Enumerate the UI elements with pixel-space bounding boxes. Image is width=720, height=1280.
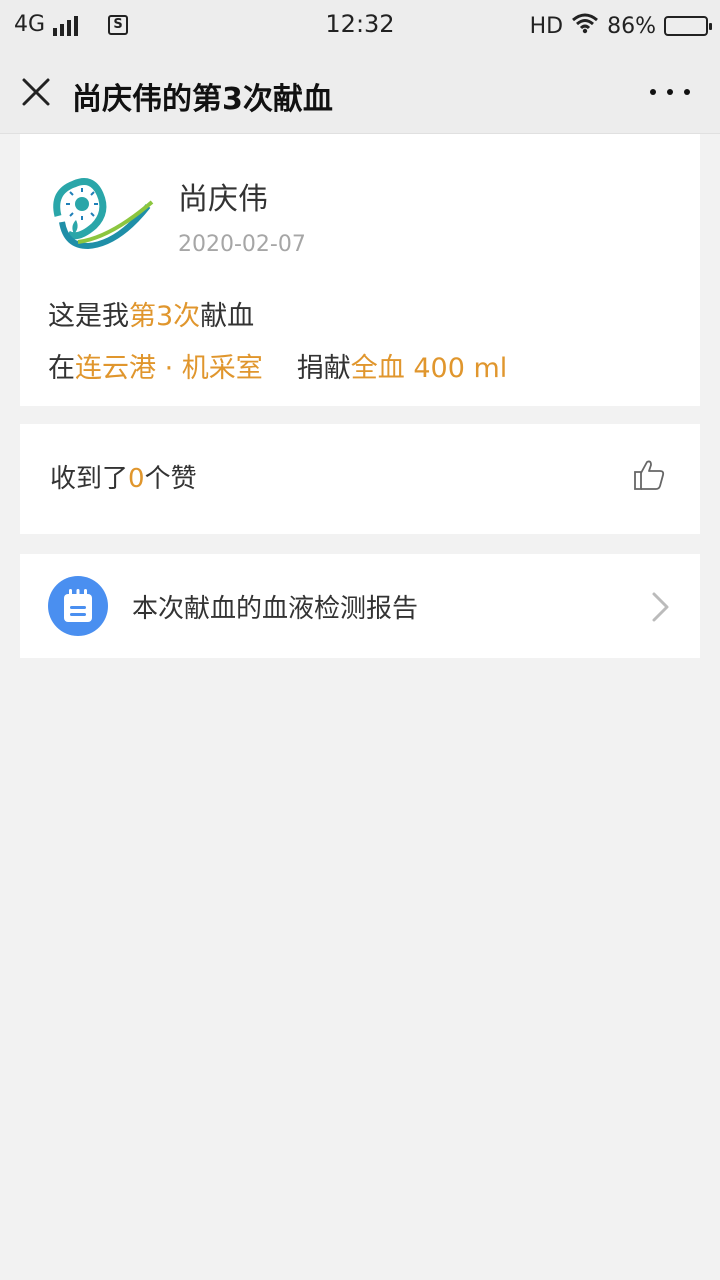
battery-icon: [664, 16, 712, 36]
donation-date: 2020-02-07: [178, 232, 306, 257]
calendar-report-icon: [48, 576, 108, 636]
page-title: 尚庆伟的第3次献血: [72, 82, 333, 117]
donate-label: 捐献: [296, 353, 351, 384]
likes-count: 0: [128, 464, 145, 494]
hd-indicator: HD: [529, 13, 564, 39]
battery-percent: 86%: [607, 13, 656, 39]
count-suffix: 献血: [200, 301, 255, 332]
donation-count: 第3次: [129, 301, 201, 332]
user-name: 尚庆伟: [178, 182, 268, 217]
chevron-right-icon: [650, 590, 672, 624]
likes-prefix: 收到了: [50, 464, 129, 494]
location-prefix: 在: [48, 353, 75, 384]
blood-amount: 400 ml: [404, 353, 508, 384]
more-icon[interactable]: [650, 80, 690, 104]
donation-count-line: 这是我第3次献血: [48, 294, 254, 333]
likes-text: 收到了0个赞: [50, 458, 197, 495]
nav-bar: 尚庆伟的第3次献血: [0, 50, 720, 134]
report-card[interactable]: 本次献血的血液检测报告: [20, 554, 700, 658]
blood-donation-logo: [48, 176, 154, 254]
blood-type: 全血: [350, 353, 405, 384]
wifi-icon: [571, 12, 599, 40]
likes-card: 收到了0个赞: [20, 424, 700, 534]
donation-location: 连云港 · 机采室: [75, 353, 263, 384]
status-right: HD 86%: [529, 12, 712, 40]
close-icon[interactable]: [18, 74, 54, 110]
report-link-label: 本次献血的血液检测报告: [132, 594, 419, 624]
likes-suffix: 个赞: [144, 464, 197, 494]
status-bar: 4G S 12:32 HD 86%: [0, 0, 720, 50]
count-prefix: 这是我: [48, 301, 129, 332]
donation-detail-line: 在连云港 · 机采室 捐献全血 400 ml: [48, 346, 507, 385]
donation-card: 尚庆伟 2020-02-07 这是我第3次献血 在连云港 · 机采室 捐献全血 4…: [20, 134, 700, 406]
thumbs-up-icon[interactable]: [632, 458, 666, 492]
